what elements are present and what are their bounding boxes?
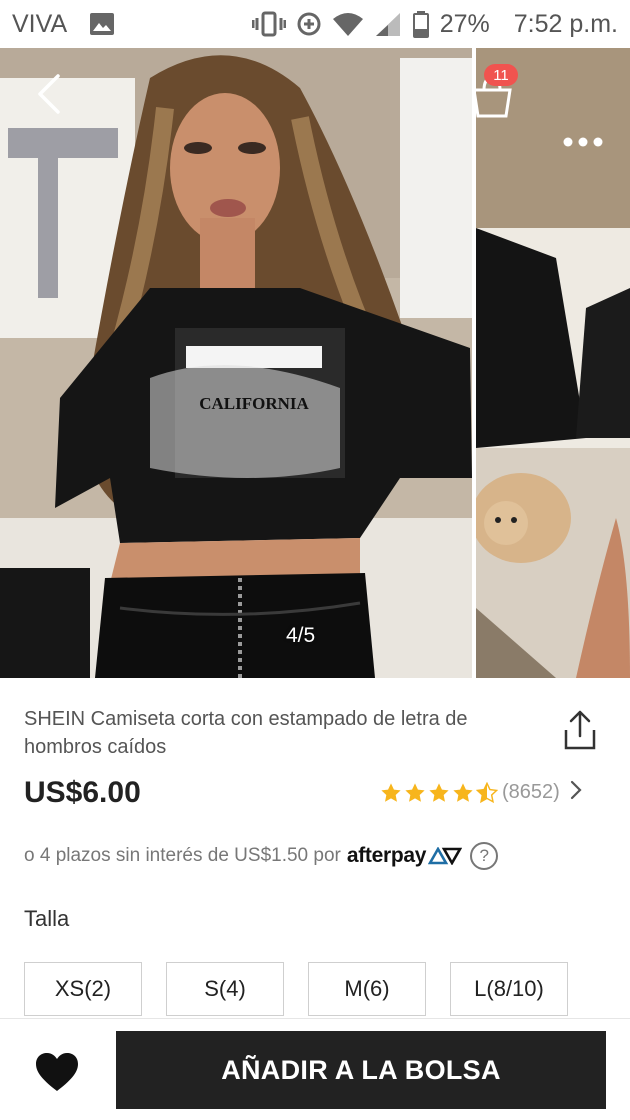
share-icon: [564, 710, 596, 750]
status-bar: VIVA 27% 7:52 p.m.: [0, 0, 630, 48]
battery-icon: [412, 10, 430, 38]
carrier-name: VIVA: [12, 9, 68, 38]
signal-icon: [374, 11, 402, 37]
clock: 7:52 p.m.: [513, 9, 618, 38]
rating-count: (8652): [502, 781, 560, 803]
afterpay-label: afterpay: [346, 844, 427, 867]
heart-icon: [36, 1053, 78, 1091]
back-button[interactable]: [28, 72, 72, 116]
back-icon: [38, 74, 60, 114]
product-photo[interactable]: [0, 48, 472, 678]
battery-level: 27%: [439, 9, 490, 38]
status-right: 27% 7:52 p.m.: [251, 9, 618, 39]
share-button[interactable]: [560, 708, 600, 752]
star-half-icon: [476, 781, 498, 803]
wifi-icon: [332, 11, 364, 37]
size-option-s[interactable]: S(4): [166, 962, 284, 1016]
size-options: XS(2) S(4) M(6) L(8/10): [24, 962, 568, 1016]
more-icon: [563, 137, 603, 147]
size-option-l[interactable]: L(8/10): [450, 962, 568, 1016]
product-title: SHEIN Camiseta corta con estampado de le…: [24, 708, 468, 758]
size-option-m[interactable]: M(6): [308, 962, 426, 1016]
vibrate-icon: [251, 11, 286, 37]
add-to-bag-button[interactable]: AÑADIR A LA BOLSA: [116, 1031, 606, 1109]
chevron-right-icon: [570, 780, 582, 805]
wishlist-button[interactable]: [34, 1051, 80, 1093]
installments-text: o 4 plazos sin interés de US$1.50 por: [24, 845, 341, 866]
product-price: US$6.00: [24, 776, 141, 809]
bottom-action-bar: AÑADIR A LA BOLSA: [0, 1018, 630, 1120]
size-option-xs[interactable]: XS(2): [24, 962, 142, 1016]
star-full-icon: [381, 782, 401, 802]
product-rating[interactable]: (8652): [380, 780, 582, 805]
data-saver-icon: [296, 11, 322, 37]
gallery-icon: [89, 12, 115, 36]
afterpay-arrows-icon: [428, 847, 463, 865]
status-left: VIVA: [12, 10, 115, 39]
star-full-icon: [405, 782, 425, 802]
afterpay-logo: afterpay: [346, 844, 463, 868]
gallery-page-indicator: 4/5: [286, 624, 316, 647]
more-options-button[interactable]: [558, 128, 608, 156]
product-gallery[interactable]: 11 4/5 CALIFORNIA: [0, 48, 630, 678]
star-full-icon: [429, 782, 449, 802]
rating-stars: [380, 781, 498, 804]
star-full-icon: [453, 782, 473, 802]
help-icon[interactable]: ?: [470, 842, 499, 870]
installments-row: o 4 plazos sin interés de US$1.50 por af…: [24, 842, 499, 870]
shirt-print-text: CALIFORNIA: [199, 394, 309, 413]
bag-count-badge: 11: [484, 64, 518, 86]
size-label: Talla: [24, 906, 70, 931]
